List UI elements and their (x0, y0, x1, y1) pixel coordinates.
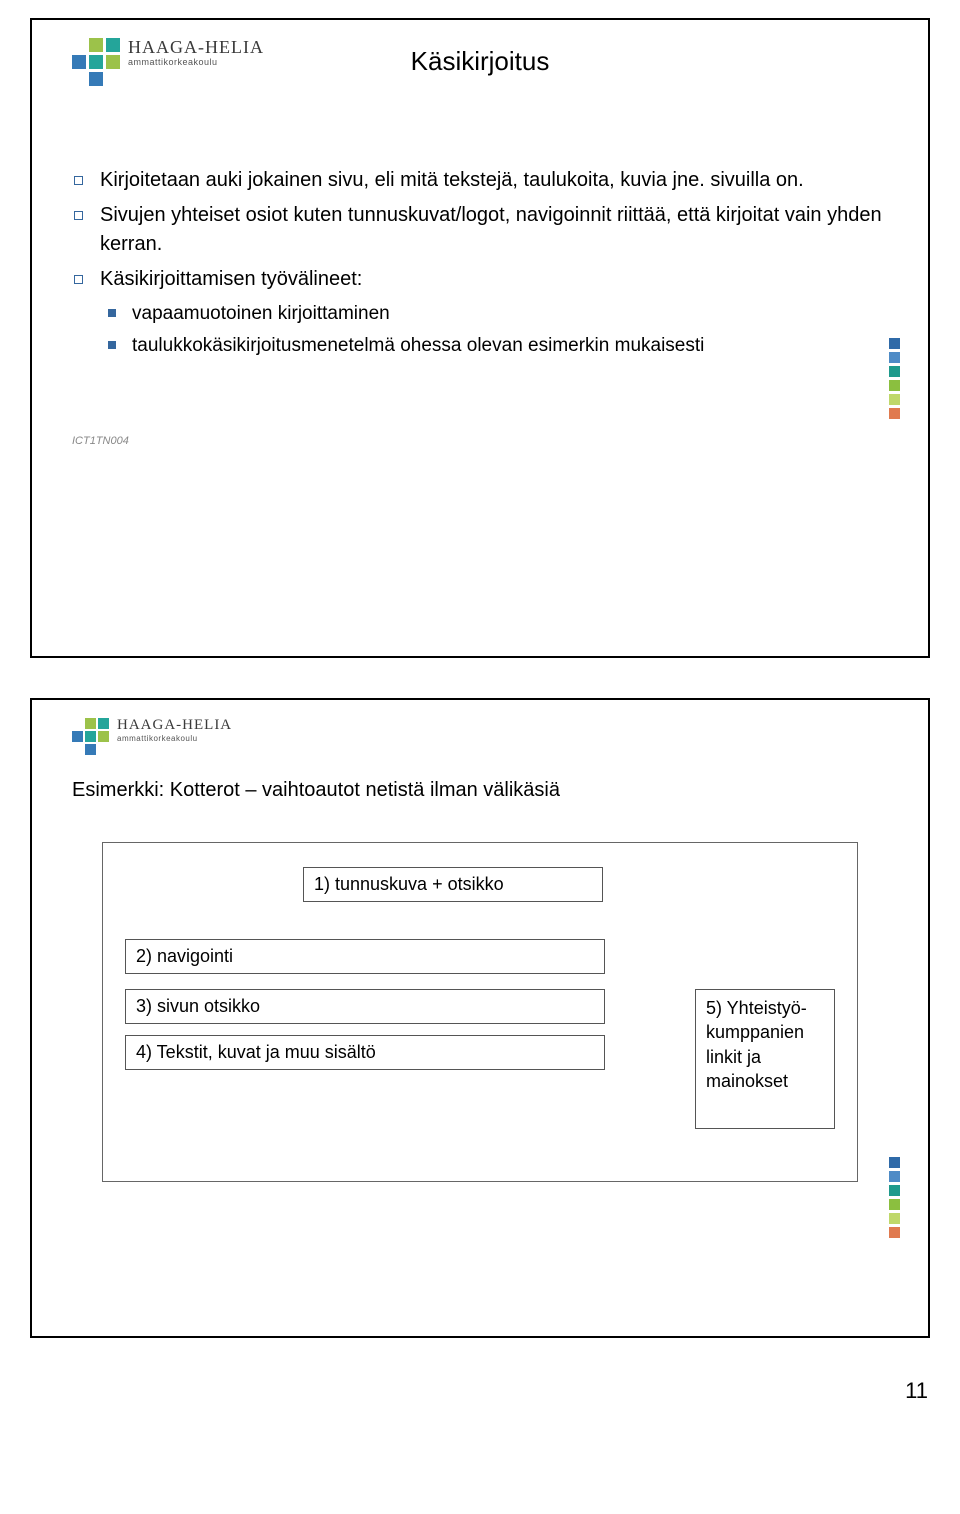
logo-sub: ammattikorkeakoulu (128, 58, 264, 67)
logo-sub: ammattikorkeakoulu (117, 735, 232, 743)
slide-title: Käsikirjoitus (411, 46, 550, 77)
decorative-squares-icon (889, 1157, 900, 1238)
wireframe-box-nav: 2) navigointi (125, 939, 605, 974)
logo: HAAGA-HELIA ammattikorkeakoulu (72, 718, 888, 755)
example-title: Esimerkki: Kotterot – vaihtoautot netist… (72, 779, 888, 802)
bullet-item: Kirjoitetaan auki jokainen sivu, eli mit… (72, 166, 888, 195)
wireframe: 1) tunnuskuva + otsikko 2) navigointi 3)… (102, 842, 858, 1182)
logo-name: HAAGA-HELIA (117, 718, 232, 733)
bullet-list: Kirjoitetaan auki jokainen sivu, eli mit… (72, 166, 888, 359)
sub-bullet-item: taulukkokäsikirjoitusmenetelmä ohessa ol… (72, 332, 888, 360)
wireframe-box-body: 4) Tekstit, kuvat ja muu sisältö (125, 1035, 605, 1070)
decorative-squares-icon (889, 338, 900, 419)
logo-name: HAAGA-HELIA (128, 38, 264, 56)
bullet-item: Käsikirjoittamisen työvälineet: (72, 265, 888, 294)
page-number: 11 (28, 1378, 932, 1404)
slide-2: HAAGA-HELIA ammattikorkeakoulu Esimerkki… (30, 698, 930, 1338)
logo-icon (72, 718, 109, 755)
wireframe-box-h3: 3) sivun otsikko (125, 989, 605, 1024)
wireframe-box-side: 5) Yhteistyö­kumppa­nien linkit ja maino… (695, 989, 835, 1129)
wireframe-box-top: 1) tunnuskuva + otsikko (303, 867, 603, 902)
slide-1: HAAGA-HELIA ammattikorkeakoulu Käsikirjo… (30, 18, 930, 658)
logo-icon (72, 38, 120, 86)
footer-code: ICT1TN004 (72, 435, 129, 447)
sub-bullet-item: vapaamuotoinen kirjoittaminen (72, 300, 888, 328)
bullet-item: Sivujen yhteiset osiot kuten tunnuskuvat… (72, 201, 888, 259)
